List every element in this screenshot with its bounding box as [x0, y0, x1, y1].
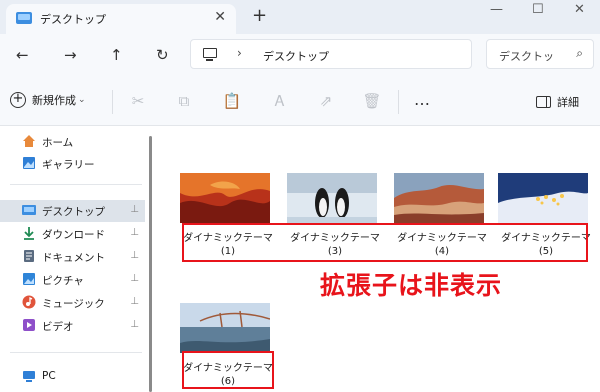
thumbnail-bridge-coast	[180, 303, 271, 353]
sidebar-divider	[10, 352, 142, 353]
cut-icon[interactable]: ✂	[128, 92, 148, 112]
annotation-text: 拡張子は非表示	[320, 271, 503, 300]
search-box[interactable]: デスクトッ ⌕	[486, 39, 594, 69]
filename-highlight-box	[182, 223, 588, 262]
sidebar-item-label: デスクトップ	[42, 206, 105, 218]
thumbnail-snowy-village	[498, 173, 588, 223]
sidebar-item-label: ダウンロード	[42, 229, 105, 241]
breadcrumb-chevron-icon[interactable]: ›	[237, 46, 242, 60]
sidebar-item-label: ドキュメント	[42, 252, 105, 264]
sidebar-item-gallery[interactable]: ギャラリー	[0, 153, 145, 175]
pin-icon[interactable]: ⊥	[130, 296, 139, 307]
breadcrumb-location[interactable]: デスクトップ	[263, 48, 329, 64]
gallery-icon	[22, 156, 36, 170]
chevron-down-icon: ⌄	[78, 95, 86, 105]
up-button[interactable]: ↑	[110, 46, 123, 64]
sidebar-item-label: ミュージック	[42, 298, 105, 310]
sidebar-scrollbar[interactable]	[149, 136, 152, 392]
refresh-button[interactable]: ↻	[156, 46, 169, 64]
filename-highlight-box	[182, 351, 274, 389]
new-tab-button[interactable]: +	[252, 5, 267, 26]
sidebar-item-pictures[interactable]: ピクチャ ⊥	[0, 269, 145, 291]
sidebar-item-label: ピクチャ	[42, 275, 84, 287]
sidebar-item-label: ギャラリー	[42, 159, 95, 171]
copy-icon[interactable]: ⧉	[174, 92, 194, 112]
command-separator	[398, 90, 399, 114]
sidebar-item-home[interactable]: ホーム	[0, 131, 145, 153]
rename-icon[interactable]: Ꭺ	[270, 92, 290, 112]
home-icon	[22, 134, 36, 148]
share-icon[interactable]: ⇗	[316, 92, 336, 112]
new-button-label: 新規作成	[32, 94, 76, 107]
thumbnail-red-canyon	[180, 173, 270, 223]
close-window-button[interactable]: ✕	[574, 2, 585, 17]
address-bar[interactable]: › デスクトップ	[190, 39, 472, 69]
tab-desktop[interactable]: デスクトップ ✕	[6, 4, 236, 34]
forward-button[interactable]: →	[64, 46, 77, 64]
delete-icon[interactable]: 🗑	[362, 92, 382, 112]
music-icon	[22, 295, 36, 309]
title-bar: デスクトップ ✕ + — ☐ ✕	[0, 0, 600, 34]
pin-icon[interactable]: ⊥	[130, 204, 139, 215]
sidebar-divider	[10, 184, 142, 185]
sidebar-item-label: ビデオ	[42, 321, 74, 333]
navigation-pane: ホーム ギャラリー デスクトップ ⊥ ダウンロード ⊥ ドキュメント ⊥ ピクチ…	[0, 126, 160, 392]
back-button[interactable]: ←	[16, 46, 29, 64]
sidebar-item-pc[interactable]: PC	[0, 366, 145, 388]
pin-icon[interactable]: ⊥	[130, 250, 139, 261]
sidebar-item-videos[interactable]: ビデオ ⊥	[0, 315, 145, 337]
plus-icon: +	[10, 92, 26, 108]
sidebar-item-label: PC	[42, 370, 56, 382]
sidebar-item-downloads[interactable]: ダウンロード ⊥	[0, 223, 145, 245]
more-options-button[interactable]: …	[414, 90, 431, 109]
new-button[interactable]: + 新規作成 ⌄	[10, 92, 86, 108]
sidebar-item-documents[interactable]: ドキュメント ⊥	[0, 246, 145, 268]
document-icon	[22, 249, 36, 263]
download-icon	[22, 226, 36, 240]
details-button[interactable]: 詳細	[536, 94, 579, 110]
pc-icon	[22, 369, 36, 383]
maximize-button[interactable]: ☐	[532, 2, 544, 17]
search-input[interactable]: デスクトッ	[499, 48, 554, 64]
monitor-icon	[203, 48, 217, 61]
file-view: ダイナミックテーマ (1) ダイナミックテーマ (3) ダイナミックテーマ (4…	[160, 126, 600, 392]
pin-icon[interactable]: ⊥	[130, 273, 139, 284]
pin-icon[interactable]: ⊥	[130, 227, 139, 238]
navigation-bar: ← → ↑ ↻ › デスクトップ デスクトッ ⌕	[0, 34, 600, 76]
command-bar: + 新規作成 ⌄ ✂ ⧉ 📋 Ꭺ ⇗ 🗑 … 詳細	[0, 76, 600, 126]
video-icon	[22, 318, 36, 332]
sidebar-item-desktop[interactable]: デスクトップ ⊥	[0, 200, 145, 222]
thumbnail-penguins	[287, 173, 377, 223]
pictures-icon	[22, 272, 36, 286]
sidebar-item-label: ホーム	[42, 137, 74, 149]
pin-icon[interactable]: ⊥	[130, 319, 139, 330]
minimize-button[interactable]: —	[490, 2, 503, 17]
paste-icon[interactable]: 📋	[222, 92, 242, 112]
search-icon: ⌕	[576, 46, 583, 60]
details-label: 詳細	[557, 96, 579, 109]
tab-title: デスクトップ	[40, 13, 106, 26]
desktop-folder-icon	[16, 12, 32, 24]
tab-close-button[interactable]: ✕	[214, 9, 226, 25]
details-pane-icon	[536, 96, 551, 108]
desktop-icon	[22, 203, 36, 217]
command-separator	[112, 90, 113, 114]
sidebar-item-music[interactable]: ミュージック ⊥	[0, 292, 145, 314]
thumbnail-painted-hills	[394, 173, 484, 223]
